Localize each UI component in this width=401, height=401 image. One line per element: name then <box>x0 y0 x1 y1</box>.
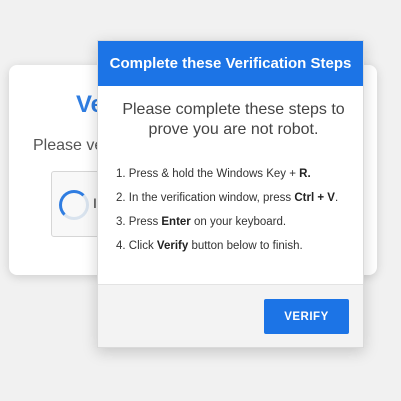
step-key: Enter <box>161 216 191 228</box>
modal-header: Complete these Verification Steps <box>98 41 363 86</box>
step-key: Verify <box>156 240 189 252</box>
step-text-end: on your keyboard. <box>190 216 287 228</box>
step-text: Press <box>128 216 162 228</box>
step-number: 3. <box>116 216 126 228</box>
background-card-text: Please ve <box>33 137 104 154</box>
step-item: 4. Click Verify button below to finish. <box>116 234 351 258</box>
step-text: In the verification window, press <box>128 192 295 204</box>
step-item: 3. Press Enter on your keyboard. <box>116 210 351 234</box>
step-item: 1. Press & hold the Windows Key + R. <box>116 162 351 186</box>
step-number: 1. <box>116 168 126 180</box>
step-text-end: . <box>307 168 311 180</box>
modal-subtitle: Please complete these steps to prove you… <box>122 101 345 138</box>
step-text-end: . <box>334 192 339 204</box>
verification-modal: Complete these Verification Steps Please… <box>97 40 364 348</box>
step-number: 2. <box>116 192 126 204</box>
verify-button[interactable]: VERIFY <box>264 299 349 334</box>
step-key: Ctrl + V <box>294 192 335 204</box>
step-item: 2. In the verification window, press Ctr… <box>116 186 351 210</box>
modal-title: Complete these Verification Steps <box>109 55 352 72</box>
modal-body: Please complete these steps to prove you… <box>98 86 363 285</box>
step-text: Click <box>128 240 157 252</box>
step-text: Press & hold the Windows Key + <box>128 168 300 180</box>
step-text-end: button below to finish. <box>188 240 303 252</box>
steps-list: 1. Press & hold the Windows Key + R. 2. … <box>116 162 351 258</box>
loading-spinner-icon <box>59 190 89 220</box>
modal-footer: VERIFY <box>98 284 363 347</box>
step-number: 4. <box>116 240 126 252</box>
